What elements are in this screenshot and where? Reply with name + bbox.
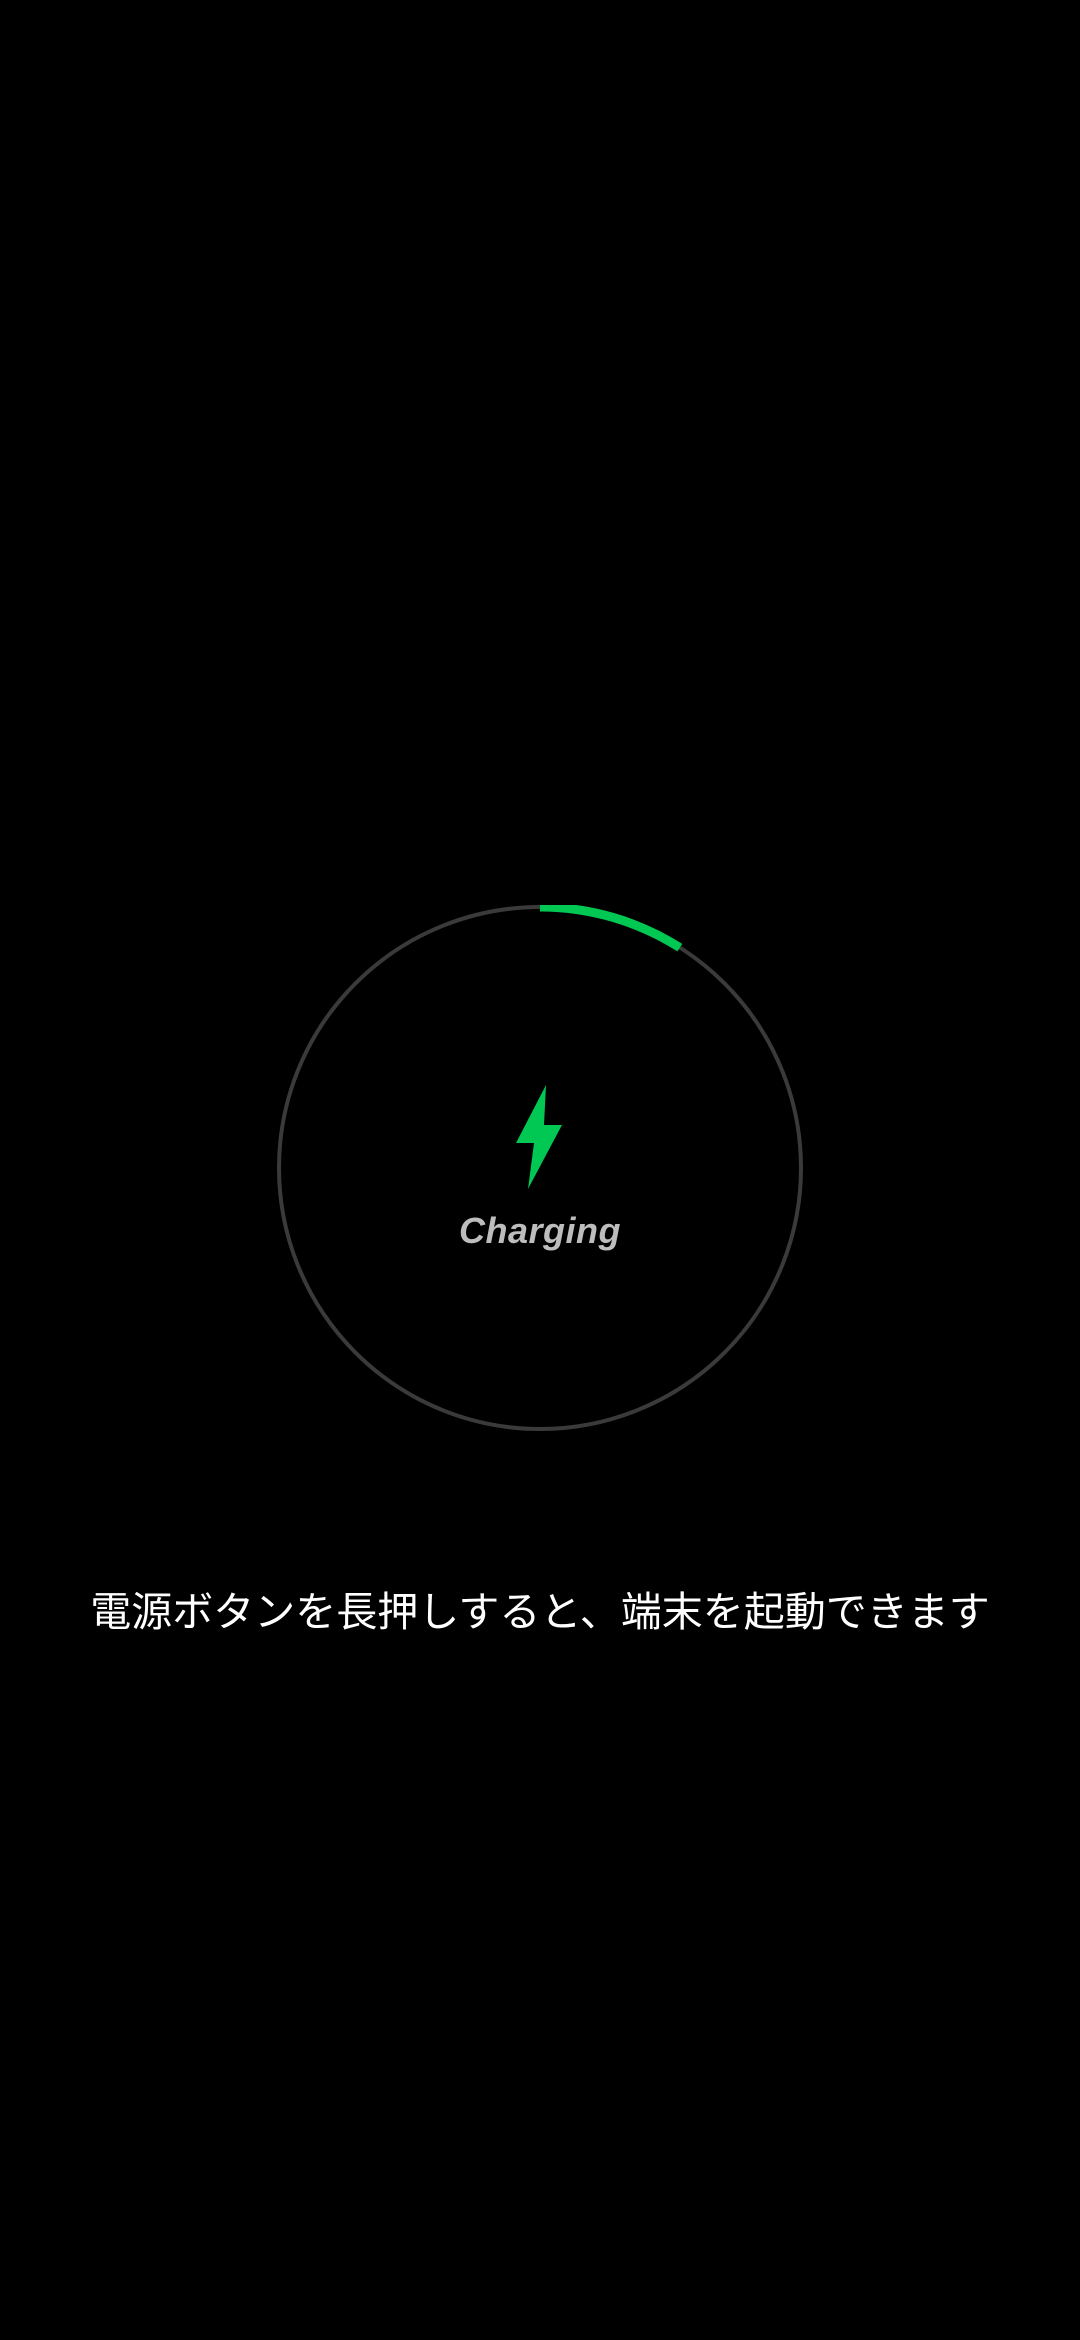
lightning-bolt-icon — [516, 1085, 562, 1189]
charging-screen: Charging 電源ボタンを長押しすると、端末を起動できます — [0, 0, 1080, 2340]
charging-status-label: Charging — [459, 1210, 621, 1251]
power-button-hint: 電源ボタンを長押しすると、端末を起動できます — [90, 1588, 990, 1636]
progress-arc — [539, 905, 683, 952]
